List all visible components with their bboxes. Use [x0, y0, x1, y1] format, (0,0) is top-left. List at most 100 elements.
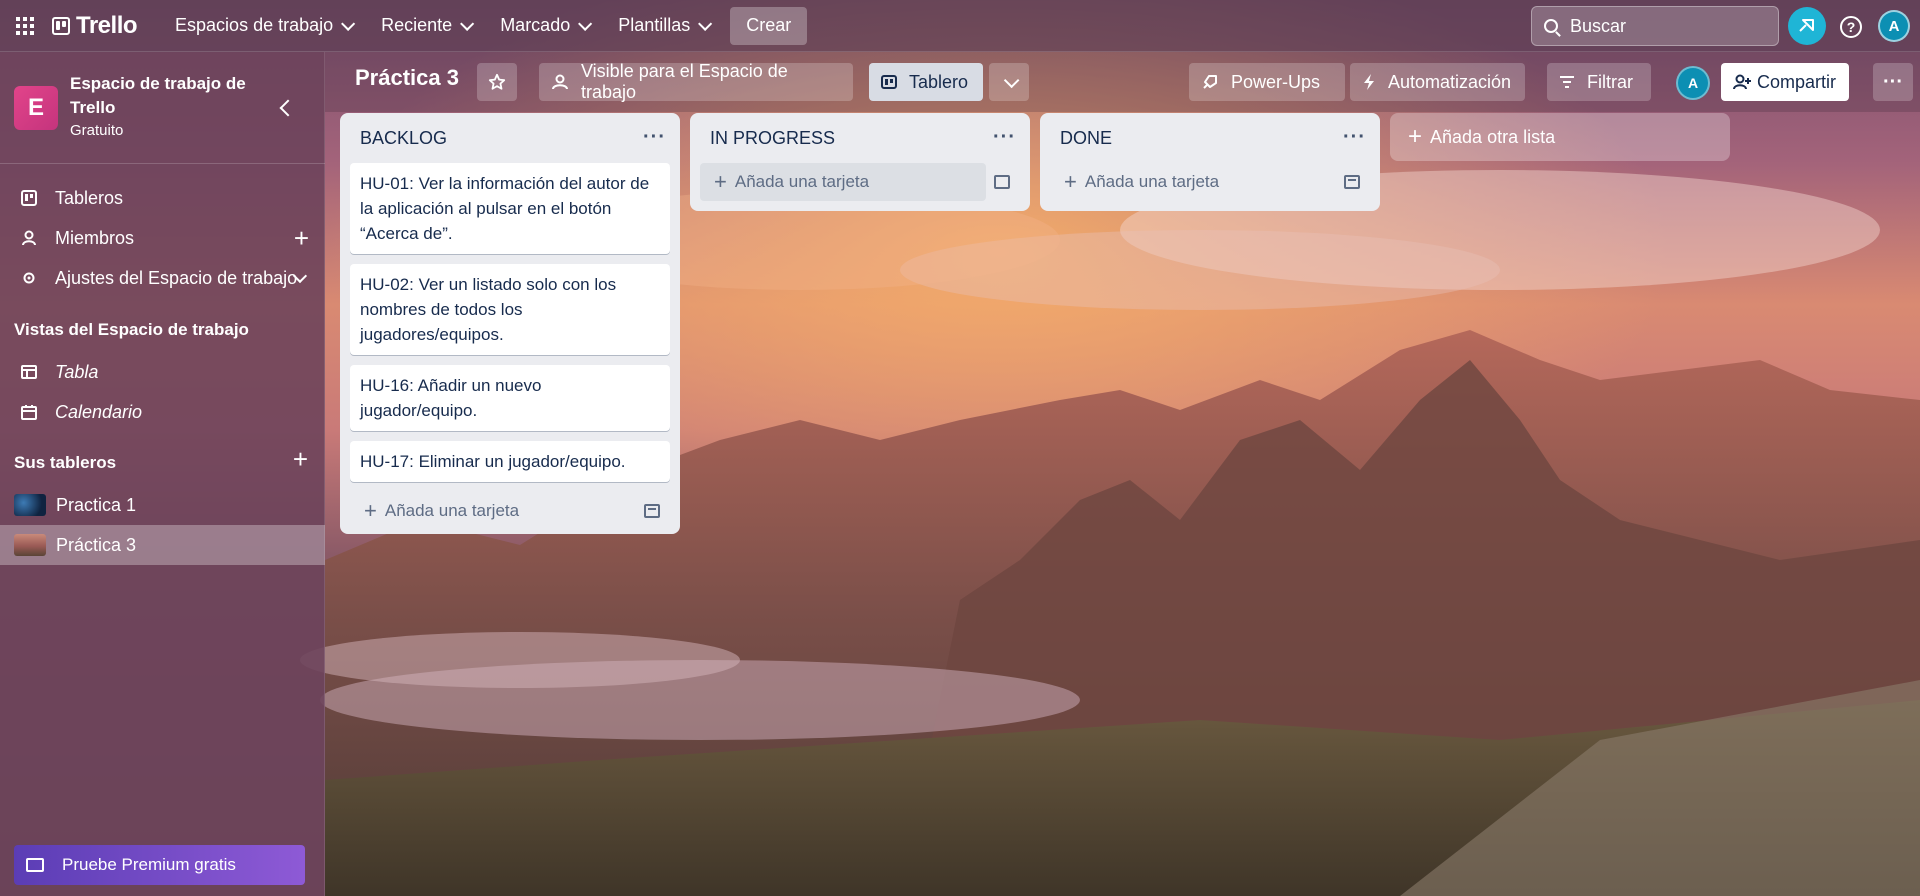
add-board-icon[interactable]: + [293, 444, 308, 475]
sidebar-item-label: Calendario [55, 401, 143, 422]
chevron-down-icon [698, 16, 713, 31]
add-member-icon[interactable]: + [294, 225, 309, 251]
filter-icon [1559, 75, 1575, 89]
add-card-button[interactable]: + Añada una tarjeta [340, 492, 680, 530]
plus-icon: + [1064, 169, 1077, 194]
board-menu-button[interactable]: ··· [1873, 63, 1913, 101]
star-icon [488, 73, 506, 90]
table-icon [20, 363, 38, 381]
filter-button[interactable]: Filtrar [1547, 63, 1651, 101]
rocket-icon [1201, 73, 1219, 91]
chevron-down-icon [1003, 72, 1019, 88]
collapse-sidebar-icon[interactable] [279, 99, 297, 117]
board-icon [20, 189, 38, 207]
trello-logo-icon [52, 16, 70, 35]
nav-templates-menu[interactable]: Plantillas [606, 8, 720, 44]
sidebar-item-label: Miembros [55, 227, 135, 248]
megaphone-icon [1799, 19, 1814, 32]
board-header: Práctica 3 Visible para el Espacio de tr… [325, 52, 1920, 112]
list-done: DONE ··· + Añada una tarjeta [1040, 113, 1380, 211]
sidebar-board-practica-1[interactable]: Practica 1 [0, 485, 325, 525]
visibility-button[interactable]: Visible para el Espacio de trabajo [539, 61, 853, 102]
lightning-icon [1362, 73, 1376, 91]
automation-button[interactable]: Automatización [1350, 63, 1525, 101]
add-list-label: Añada otra lista [1430, 126, 1556, 147]
create-button[interactable]: Crear [730, 6, 808, 45]
card[interactable]: HU-16: Añadir un nuevo jugador/equipo. [350, 365, 670, 431]
workspace-sidebar: E Espacio de trabajo de Trello Gratuito … [0, 52, 325, 896]
nav-recent-menu[interactable]: Reciente [369, 8, 482, 44]
briefcase-icon [26, 858, 44, 872]
nav-workspaces-menu[interactable]: Espacios de trabajo [163, 8, 363, 44]
automation-label: Automatización [1388, 71, 1512, 92]
list-title[interactable]: IN PROGRESS [710, 128, 835, 149]
card-template-icon[interactable] [644, 504, 660, 518]
add-card-label: Añada una tarjeta [1084, 172, 1220, 191]
list-in-progress: IN PROGRESS ··· + Añada una tarjeta [690, 113, 1030, 211]
sidebar-board-label: Práctica 3 [56, 534, 137, 555]
search-icon [1544, 19, 1558, 33]
sidebar-item-members[interactable]: Miembros + [0, 218, 325, 258]
list-title[interactable]: BACKLOG [360, 128, 447, 149]
list-backlog: BACKLOG ··· HU-01: Ver la información de… [340, 113, 680, 534]
sidebar-item-calendar-view[interactable]: Calendario [0, 392, 325, 432]
nav-workspaces-label: Espacios de trabajo [175, 15, 334, 35]
sidebar-item-boards[interactable]: Tableros [0, 178, 325, 218]
card-template-icon[interactable] [994, 175, 1010, 189]
nav-templates-label: Plantillas [618, 15, 691, 35]
list-header[interactable]: DONE ··· [1040, 113, 1380, 163]
filter-label: Filtrar [1587, 71, 1633, 92]
premium-label: Pruebe Premium gratis [62, 855, 236, 874]
try-premium-button[interactable]: Pruebe Premium gratis [14, 845, 305, 885]
workspace-avatar: E [14, 86, 58, 130]
add-card-button[interactable]: + Añada una tarjeta [700, 163, 986, 201]
nav-starred-menu[interactable]: Marcado [488, 8, 600, 44]
sidebar-item-settings[interactable]: Ajustes del Espacio de trabajo [0, 258, 325, 298]
people-icon [551, 74, 569, 90]
power-ups-button[interactable]: Power-Ups [1189, 63, 1345, 101]
add-list-button[interactable]: + Añada otra lista [1390, 113, 1730, 161]
share-label: Compartir [1757, 71, 1837, 92]
chevron-down-icon [578, 16, 593, 31]
card[interactable]: HU-02: Ver un listado solo con los nombr… [350, 264, 670, 355]
add-card-button[interactable]: + Añada una tarjeta [1040, 163, 1380, 201]
sidebar-board-practica-3[interactable]: Práctica 3 [0, 525, 325, 565]
help-button[interactable]: ? [1834, 10, 1868, 44]
help-icon: ? [1840, 16, 1862, 38]
trello-logo-text: Trello [76, 11, 138, 39]
trello-logo[interactable]: Trello [52, 11, 138, 40]
card-template-icon[interactable] [1344, 175, 1360, 189]
sidebar-item-label: Tabla [55, 361, 99, 382]
search-input[interactable]: Buscar [1531, 6, 1779, 46]
sidebar-item-label: Ajustes del Espacio de trabajo [55, 267, 298, 288]
apps-grid-icon[interactable] [12, 13, 38, 39]
workspace-views-heading: Vistas del Espacio de trabajo [14, 320, 249, 339]
card[interactable]: HU-17: Eliminar un jugador/equipo. [350, 441, 670, 482]
board-member-avatar[interactable]: A [1676, 66, 1710, 100]
sidebar-item-table-view[interactable]: Tabla [0, 352, 325, 392]
workspace-name[interactable]: Espacio de trabajo de Trello [70, 72, 270, 120]
board-view-label: Tablero [909, 71, 969, 92]
switch-view-button[interactable] [989, 63, 1029, 101]
plus-icon: + [364, 498, 377, 523]
your-boards-heading: Sus tableros [14, 453, 117, 472]
share-button[interactable]: Compartir [1721, 63, 1849, 101]
power-ups-label: Power-Ups [1231, 71, 1321, 92]
list-menu-icon[interactable]: ··· [993, 126, 1016, 149]
list-header[interactable]: IN PROGRESS ··· [690, 113, 1030, 163]
list-menu-icon[interactable]: ··· [1343, 126, 1366, 149]
list-header[interactable]: BACKLOG ··· [340, 113, 680, 163]
user-avatar[interactable]: A [1878, 10, 1910, 42]
board-title[interactable]: Práctica 3 [355, 65, 459, 91]
list-menu-icon[interactable]: ··· [643, 126, 666, 149]
workspace-header: E Espacio de trabajo de Trello Gratuito [0, 52, 325, 164]
chevron-down-icon [460, 16, 475, 31]
board-view-button[interactable]: Tablero [869, 63, 983, 101]
add-card-label: Añada una tarjeta [384, 501, 520, 520]
whats-new-button[interactable] [1788, 7, 1826, 45]
plus-icon: + [714, 169, 727, 194]
list-title[interactable]: DONE [1060, 128, 1112, 149]
board-thumbnail [14, 494, 46, 516]
card[interactable]: HU-01: Ver la información del autor de l… [350, 163, 670, 254]
star-board-button[interactable] [477, 63, 517, 101]
